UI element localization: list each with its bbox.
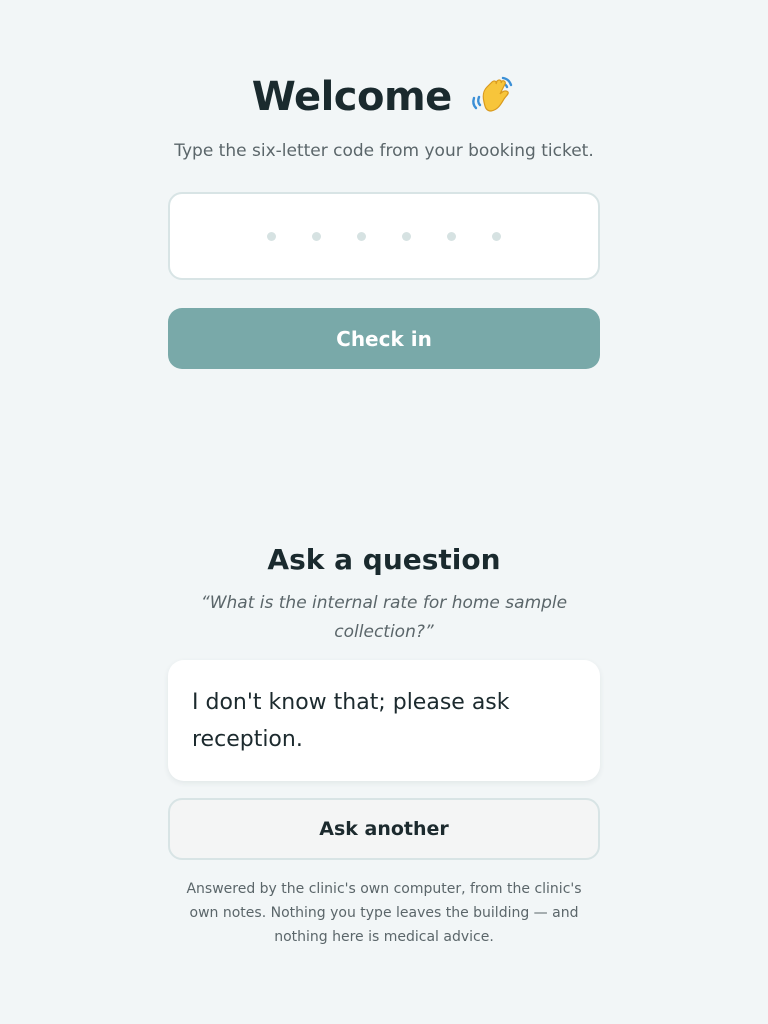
example-question: “What is the internal rate for home samp… bbox=[200, 593, 568, 642]
privacy-footnote: Answered by the clinic's own computer, f… bbox=[186, 881, 582, 945]
code-slot-dot bbox=[492, 231, 501, 241]
code-slot-dot bbox=[312, 231, 321, 241]
page-title: Welcome bbox=[251, 74, 453, 120]
answer-card: I don't know that; please ask reception. bbox=[168, 660, 600, 781]
booking-code-input[interactable] bbox=[168, 192, 600, 280]
waving-hand-icon bbox=[470, 72, 516, 118]
code-slot-dot bbox=[447, 231, 456, 241]
welcome-header: Welcome bbox=[0, 74, 768, 128]
welcome-subtitle: Type the six-letter code from your booki… bbox=[174, 141, 594, 161]
code-slot-dot bbox=[267, 231, 276, 241]
code-slot-dot bbox=[357, 231, 366, 241]
code-slot-dot bbox=[402, 231, 411, 241]
check-in-button[interactable]: Check in bbox=[168, 308, 600, 369]
ask-another-button[interactable]: Ask another bbox=[168, 798, 600, 860]
code-placeholder-dots bbox=[267, 231, 501, 241]
ask-question-heading: Ask a question bbox=[267, 543, 501, 576]
